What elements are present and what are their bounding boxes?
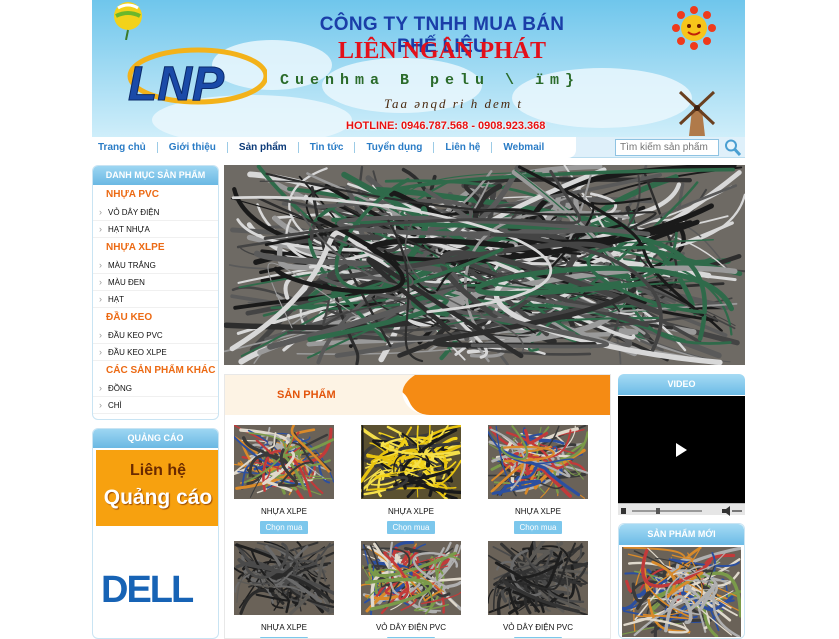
category-item[interactable]: ĐẦU KEO XLPE bbox=[93, 344, 218, 361]
category-heading[interactable]: NHỰA PVC bbox=[93, 185, 218, 204]
category-item[interactable]: ĐẦU KEO PVC bbox=[93, 327, 218, 344]
video-box: VIDEO bbox=[618, 374, 745, 519]
ad-banner-line1: Liên hệ bbox=[129, 462, 186, 479]
product-image[interactable] bbox=[488, 425, 588, 499]
nav-item[interactable]: Tin tức bbox=[310, 142, 344, 153]
category-list: NHỰA PVCVỎ DÂY ĐIỆNHẠT NHỰANHỰA XLPEMÀU … bbox=[93, 185, 218, 414]
category-heading[interactable]: NHỰA XLPE bbox=[93, 238, 218, 257]
nav-separator bbox=[156, 142, 158, 153]
svg-text:LNP: LNP bbox=[128, 58, 225, 111]
nav-separator bbox=[297, 142, 299, 153]
product-card: NHỰA XLPE Chọn mua bbox=[234, 425, 334, 535]
category-sidebar: DANH MỤC SẢN PHẨM NHỰA PVCVỎ DÂY ĐIỆNHẠT… bbox=[92, 165, 219, 420]
product-card: VỎ DÂY ĐIỆN PVCChọn mua bbox=[361, 541, 461, 638]
product-image[interactable] bbox=[361, 425, 461, 499]
dell-logo[interactable]: DELL bbox=[101, 569, 194, 612]
sidebar-title: DANH MỤC SẢN PHẨM bbox=[93, 166, 218, 185]
product-card: NHỰA XLPE Chọn mua bbox=[488, 425, 588, 535]
category-item[interactable]: HẠT bbox=[93, 291, 218, 308]
ad-banner-line2: Quảng cáo bbox=[103, 486, 213, 509]
hotline-text: HOTLINE: 0946.787.568 - 0908.923.368 bbox=[346, 120, 546, 132]
category-item[interactable]: MÀU TRẮNG bbox=[93, 257, 218, 274]
category-item[interactable]: ĐỒNG bbox=[93, 380, 218, 397]
page: LNP CÔNG TY TNHH MUA BÁN PHẾ LIỆU LIÊN N… bbox=[92, 0, 745, 639]
product-name[interactable]: NHỰA XLPE bbox=[488, 507, 588, 517]
nav-item[interactable]: Giới thiệu bbox=[169, 142, 216, 153]
company-name-line2: LIÊN NGÂN PHÁT bbox=[337, 38, 547, 64]
nav-item[interactable]: Liên hệ bbox=[445, 142, 480, 153]
product-image[interactable] bbox=[234, 541, 334, 615]
product-name[interactable]: VỎ DÂY ĐIỆN PVC bbox=[488, 623, 588, 633]
advertising-box: QUẢNG CÁO Liên hệ Quảng cáo DELL bbox=[92, 428, 219, 639]
nav-item[interactable]: Sản phẩm bbox=[239, 142, 287, 153]
video-title: VIDEO bbox=[618, 374, 745, 395]
nav-item[interactable]: Tuyển dụng bbox=[366, 142, 422, 153]
nav-tabs: Trang chủ Giới thiệu Sản phẩm Tin tức Tuyển … bbox=[92, 137, 576, 158]
products-title: SẢN PHẨM bbox=[277, 389, 336, 401]
category-item[interactable]: VỎ DÂY ĐIỆN bbox=[93, 204, 218, 221]
nav-item[interactable]: Trang chủ bbox=[98, 142, 146, 153]
pause-icon bbox=[621, 508, 626, 514]
product-name[interactable]: VỎ DÂY ĐIỆN PVC bbox=[361, 623, 461, 633]
balloon-icon bbox=[114, 2, 142, 40]
product-name[interactable]: NHỰA XLPE bbox=[234, 507, 334, 517]
site-header: LNP CÔNG TY TNHH MUA BÁN PHẾ LIỆU LIÊN N… bbox=[92, 0, 745, 137]
windmill-icon bbox=[678, 90, 716, 136]
video-player[interactable] bbox=[618, 396, 745, 503]
product-card: VỎ DÂY ĐIỆN PVCChọn mua bbox=[488, 541, 588, 638]
main-navigation: Trang chủ Giới thiệu Sản phẩm Tin tức Tuyển … bbox=[92, 137, 745, 158]
nav-separator bbox=[226, 142, 228, 153]
products-section: SẢN PHẨM NHỰA XLPE Chọn mua NHỰA XLPE Chọn … bbox=[224, 374, 611, 639]
product-name[interactable]: NHỰA XLPE bbox=[361, 507, 461, 517]
category-item[interactable]: HẠT NHỰA bbox=[93, 221, 218, 238]
new-products-title: SẢN PHẨM MỚI bbox=[619, 524, 744, 545]
product-card: NHỰA XLPEChọn mua bbox=[234, 541, 334, 638]
company-logo: LNP bbox=[128, 47, 267, 112]
new-product-image[interactable] bbox=[622, 547, 741, 637]
volume-icon bbox=[722, 506, 730, 516]
category-item[interactable]: CHÌ bbox=[93, 397, 218, 414]
category-heading[interactable]: CÁC SẢN PHẨM KHÁC bbox=[93, 361, 218, 380]
new-products-box: SẢN PHẨM MỚI bbox=[618, 523, 745, 639]
product-card: NHỰA XLPE Chọn mua bbox=[361, 425, 461, 535]
slogan-line1: Cuenhma B pelu \ ïm} bbox=[280, 72, 581, 89]
video-controls[interactable] bbox=[618, 503, 745, 516]
nav-separator bbox=[491, 142, 493, 153]
buy-button[interactable]: Chọn mua bbox=[260, 521, 308, 534]
play-icon[interactable] bbox=[676, 443, 687, 457]
buy-button[interactable]: Chọn mua bbox=[387, 521, 435, 534]
category-heading[interactable]: ĐẦU KEO bbox=[93, 308, 218, 327]
nav-separator bbox=[433, 142, 435, 153]
buy-button[interactable]: Chọn mua bbox=[514, 521, 562, 534]
search-icon[interactable] bbox=[724, 138, 742, 157]
product-image[interactable] bbox=[234, 425, 334, 499]
ad-banner[interactable]: Liên hệ Quảng cáo bbox=[96, 450, 218, 528]
product-image[interactable] bbox=[361, 541, 461, 615]
slogan-line2: Taa ǝnqd ri h dem t bbox=[384, 96, 523, 111]
category-item[interactable]: MÀU ĐEN bbox=[93, 274, 218, 291]
ads-title: QUẢNG CÁO bbox=[93, 429, 218, 448]
sun-icon bbox=[672, 6, 716, 50]
nav-separator bbox=[354, 142, 356, 153]
hero-banner-image bbox=[224, 165, 745, 365]
nav-item[interactable]: Webmail bbox=[503, 142, 544, 153]
seek-bar bbox=[632, 510, 702, 512]
product-image[interactable] bbox=[488, 541, 588, 615]
search-input[interactable] bbox=[615, 139, 719, 156]
product-name[interactable]: NHỰA XLPE bbox=[234, 623, 334, 633]
